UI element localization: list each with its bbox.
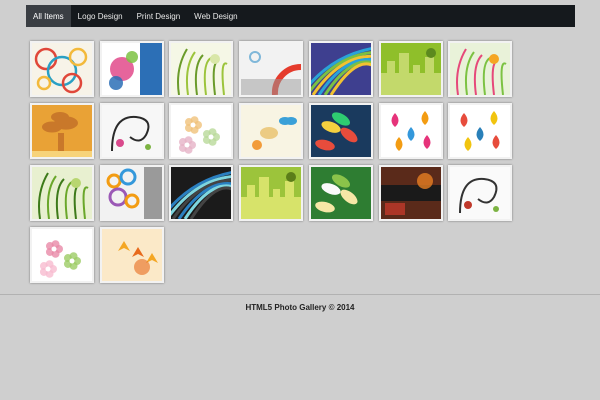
thumbnail-artwork: [32, 167, 92, 219]
thumbnail-artwork: [101, 105, 162, 157]
thumbnail-artwork: [241, 43, 302, 95]
thumbnail-artwork: [380, 43, 441, 95]
gallery-thumbnail[interactable]: [448, 41, 513, 97]
gallery-thumbnail[interactable]: [378, 103, 443, 159]
nav-item-all-items[interactable]: All Items: [26, 5, 71, 27]
gallery-thumbnail[interactable]: [30, 227, 94, 283]
gallery-thumbnail[interactable]: [239, 41, 304, 97]
gallery-thumbnail[interactable]: [99, 41, 164, 97]
nav-item-web-design[interactable]: Web Design: [187, 5, 244, 27]
thumbnail-artwork: [101, 167, 162, 219]
footer-copyright: HTML5 Photo Gallery © 2014: [245, 303, 355, 312]
thumbnail-artwork: [450, 167, 511, 219]
gallery-thumbnail[interactable]: [169, 103, 234, 159]
thumbnail-artwork: [450, 43, 511, 95]
thumbnail-artwork: [241, 167, 302, 219]
thumbnail-artwork: [171, 43, 232, 95]
gallery-thumbnail[interactable]: [30, 165, 94, 221]
gallery-thumbnail[interactable]: [99, 165, 164, 221]
gallery-thumbnail[interactable]: [99, 227, 164, 283]
gallery-thumbnail[interactable]: [169, 165, 234, 221]
nav-item-logo-design[interactable]: Logo Design: [71, 5, 130, 27]
nav-item-print-design[interactable]: Print Design: [130, 5, 188, 27]
thumbnail-artwork: [310, 105, 371, 157]
gallery-thumbnail[interactable]: [30, 103, 94, 159]
thumbnail-artwork: [241, 105, 302, 157]
footer-divider: [0, 294, 600, 295]
gallery-thumbnail[interactable]: [378, 165, 443, 221]
gallery-thumbnail[interactable]: [99, 103, 164, 159]
gallery-thumbnail[interactable]: [378, 41, 443, 97]
gallery-thumbnail[interactable]: [308, 103, 373, 159]
thumbnail-artwork: [32, 105, 92, 157]
thumbnail-artwork: [310, 43, 371, 95]
thumbnail-artwork: [171, 167, 232, 219]
thumbnail-artwork: [32, 229, 92, 281]
thumbnail-artwork: [101, 229, 162, 281]
thumbnail-artwork: [380, 105, 441, 157]
gallery-thumbnail[interactable]: [448, 103, 513, 159]
category-nav: All Items Logo Design Print Design Web D…: [26, 5, 575, 27]
gallery-thumbnail[interactable]: [308, 165, 373, 221]
gallery-thumbnail[interactable]: [308, 41, 373, 97]
gallery-thumbnail[interactable]: [30, 41, 94, 97]
thumbnail-artwork: [380, 167, 441, 219]
thumbnail-artwork: [101, 43, 162, 95]
gallery-thumbnail[interactable]: [448, 165, 513, 221]
thumbnail-artwork: [450, 105, 511, 157]
thumbnail-artwork: [32, 43, 92, 95]
gallery-thumbnail[interactable]: [169, 41, 234, 97]
gallery-thumbnail[interactable]: [239, 103, 304, 159]
gallery-thumbnail[interactable]: [239, 165, 304, 221]
thumbnail-artwork: [310, 167, 371, 219]
thumbnail-artwork: [171, 105, 232, 157]
